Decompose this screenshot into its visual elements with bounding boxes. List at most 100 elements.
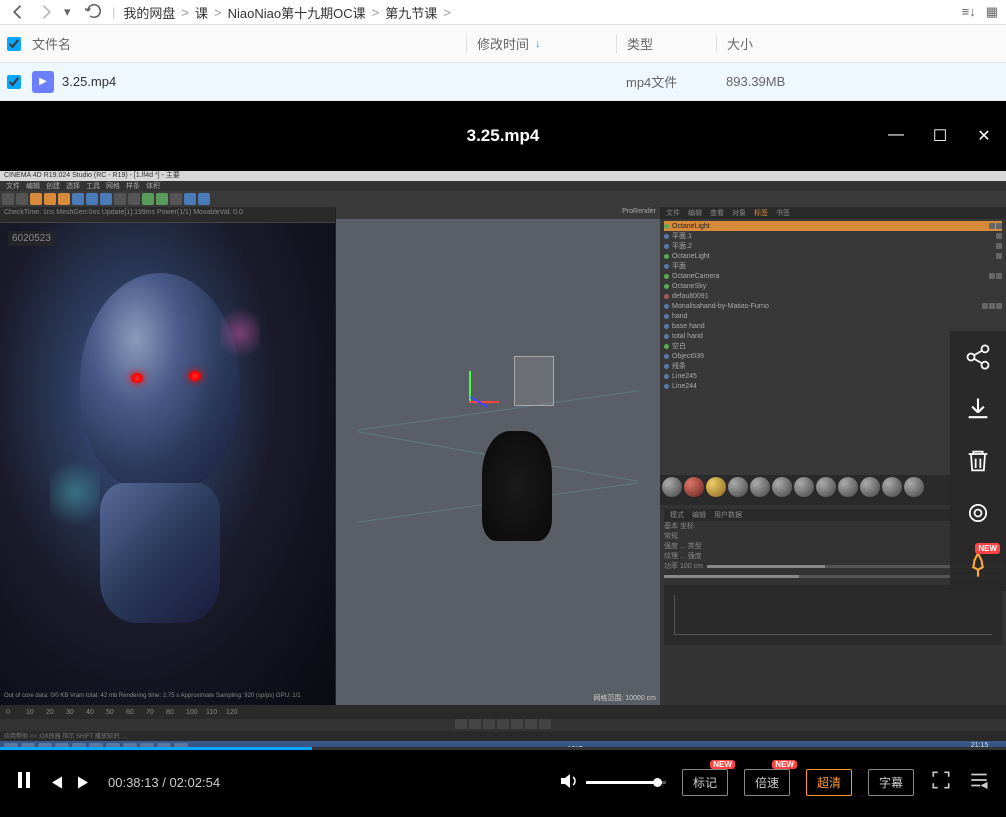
playlist-icon[interactable] [968, 769, 990, 796]
delete-icon[interactable] [964, 447, 992, 475]
c4d-tool-icon [156, 193, 168, 205]
c4d-toolbar [0, 191, 1006, 207]
subtitle-button[interactable]: 字幕 [868, 769, 914, 796]
c4d-menubar: 文件 编辑 创建 选择 工具 网格 样条 体积 [0, 181, 1006, 191]
file-checkbox[interactable] [0, 75, 28, 89]
material-sphere-icon [860, 477, 880, 497]
column-header-name[interactable]: 文件名 [28, 34, 466, 53]
viewport-axis-gizmo [449, 381, 489, 421]
current-time: 00:38:13 [108, 775, 159, 790]
viewport-scale-label: 网格范围: 10000 cm [593, 693, 656, 703]
new-badge: NEW [975, 543, 1000, 554]
maximize-icon[interactable]: ☐ [930, 126, 950, 146]
progress-bar[interactable] [0, 747, 1006, 750]
material-sphere-icon [882, 477, 902, 497]
top-nav-bar: ▾ | 我的网盘 > 课 > NiaoNiao第十九期OC课 > 第九节课 > … [0, 0, 1006, 25]
c4d-render-panel: CheckTime: 1ns MeshGen:0ns Update[1]:199… [0, 207, 335, 705]
sort-icon[interactable]: ≡↓ [962, 4, 976, 20]
window-controls: — ☐ ✕ [886, 126, 994, 146]
c4d-tool-icon [58, 193, 70, 205]
player-controls: 00:38:13 / 02:02:54 NEW 标记 NEW 倍速 超清 字幕 [0, 747, 1006, 817]
minimize-icon[interactable]: — [886, 126, 906, 146]
viewport-model [482, 431, 552, 541]
nav-separator: | [112, 5, 115, 20]
share-icon[interactable] [964, 343, 992, 371]
breadcrumb-item[interactable]: NiaoNiao第十九期OC课 [228, 3, 366, 22]
volume-slider[interactable] [586, 781, 666, 784]
material-sphere-icon [794, 477, 814, 497]
prev-track-icon[interactable] [48, 772, 64, 793]
c4d-viewport: ProRender 网格范围: 10000 cm [335, 207, 660, 705]
material-sphere-icon [684, 477, 704, 497]
volume-icon[interactable] [560, 773, 578, 792]
breadcrumb-sep: > [443, 5, 451, 20]
file-name-cell[interactable]: ▶ 3.25.mp4 [28, 71, 466, 93]
reload-icon[interactable] [84, 1, 104, 24]
c4d-tool-icon [100, 193, 112, 205]
breadcrumb-sep: > [214, 5, 222, 20]
breadcrumb-item[interactable]: 第九节课 [385, 3, 437, 22]
c4d-tool-icon [16, 193, 28, 205]
object-tree-item: 平面.2 [664, 241, 1002, 251]
c4d-body: CheckTime: 1ns MeshGen:0ns Update[1]:199… [0, 207, 1006, 705]
c4d-menu-item: 体积 [146, 181, 160, 191]
material-sphere-icon [772, 477, 792, 497]
c4d-timeline: 01020304050607080100110120 [0, 705, 1006, 719]
c4d-tool-icon [86, 193, 98, 205]
c4d-tool-icon [2, 193, 14, 205]
c4d-tool-icon [114, 193, 126, 205]
quality-button[interactable]: 超清 [806, 769, 852, 796]
column-header-size[interactable]: 大小 [716, 34, 1006, 53]
speed-button[interactable]: NEW 倍速 [744, 769, 790, 796]
file-type-cell: mp4文件 [616, 72, 716, 91]
c4d-tool-icon [128, 193, 140, 205]
viewport-light-gizmo [514, 356, 554, 406]
nav-history-dropdown-icon[interactable]: ▾ [64, 4, 76, 20]
volume-control[interactable] [560, 773, 666, 792]
next-track-icon[interactable] [76, 772, 92, 793]
file-size-cell: 893.39MB [716, 74, 1006, 89]
download-icon[interactable] [964, 395, 992, 423]
nav-forward-icon[interactable] [36, 2, 56, 22]
select-all-checkbox[interactable] [0, 37, 28, 51]
fullscreen-icon[interactable] [930, 769, 952, 796]
sort-desc-icon: ↓ [535, 38, 541, 50]
breadcrumb-root[interactable]: 我的网盘 [123, 3, 175, 22]
object-tree-item: OctaneCamera [664, 271, 1002, 281]
c4d-menu-item: 创建 [46, 181, 60, 191]
c4d-tool-icon [184, 193, 196, 205]
column-header-type[interactable]: 类型 [616, 34, 716, 53]
object-tree-item: Monalisahand-by-Matias-Furno [664, 301, 1002, 311]
video-content-frame[interactable]: CINEMA 4D R19.024 Studio (RC - R19) - [1… [0, 171, 1006, 747]
column-header-date[interactable]: 修改时间↓ [466, 34, 616, 53]
viewport-title: ProRender [336, 207, 660, 219]
grid-view-icon[interactable]: ▦ [986, 4, 998, 20]
breadcrumb-item[interactable]: 课 [195, 3, 208, 22]
close-icon[interactable]: ✕ [974, 126, 994, 146]
watermark-text: 6020523 [8, 231, 55, 246]
file-table-header: 文件名 修改时间↓ 类型 大小 [0, 25, 1006, 63]
object-tree-item: base hand [664, 321, 1002, 331]
c4d-application: CINEMA 4D R19.024 Studio (RC - R19) - [1… [0, 171, 1006, 747]
rendered-robot-head [40, 253, 280, 633]
c4d-menu-item: 文件 [6, 181, 20, 191]
video-player: 3.25.mp4 — ☐ ✕ CINEMA 4D R19.024 Studio … [0, 101, 1006, 817]
pin-icon[interactable]: NEW [964, 551, 992, 579]
prev-next-group [48, 772, 92, 793]
c4d-render-view: 6020523 Out of core data: 0/0 KB Vram to… [0, 223, 335, 705]
pause-icon[interactable] [16, 771, 32, 794]
c4d-menu-item: 工具 [86, 181, 100, 191]
settings-icon[interactable] [964, 499, 992, 527]
c4d-menu-item: 样条 [126, 181, 140, 191]
c4d-menu-item: 编辑 [26, 181, 40, 191]
file-row[interactable]: ▶ 3.25.mp4 mp4文件 893.39MB [0, 63, 1006, 101]
new-badge: NEW [710, 760, 735, 769]
material-sphere-icon [838, 477, 858, 497]
player-titlebar: 3.25.mp4 — ☐ ✕ [0, 101, 1006, 171]
nav-back-icon[interactable] [8, 2, 28, 22]
object-tree-item: OctaneLight [664, 251, 1002, 261]
c4d-playback-controls [0, 719, 1006, 731]
mark-button[interactable]: NEW 标记 [682, 769, 728, 796]
material-sphere-icon [750, 477, 770, 497]
object-tree-item: default0091 [664, 291, 1002, 301]
